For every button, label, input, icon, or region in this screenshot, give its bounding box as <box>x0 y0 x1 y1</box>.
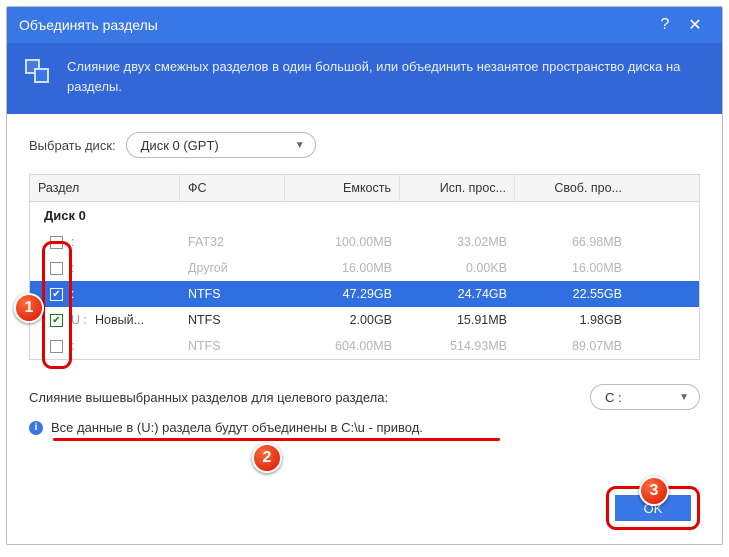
annotation-badge-2: 2 <box>252 443 282 473</box>
cell-fs: FAT32 <box>180 229 285 255</box>
target-row: Слияние вышевыбранных разделов для целев… <box>29 384 700 410</box>
info-text: Все данные в (U:) раздела будут объедине… <box>51 420 423 435</box>
cell-used: 514.93MB <box>400 333 515 359</box>
row-checkbox[interactable] <box>50 236 63 249</box>
cell-used: 33.02MB <box>400 229 515 255</box>
close-button[interactable]: ✕ <box>680 10 710 40</box>
row-checkbox[interactable] <box>50 340 63 353</box>
info-line: i Все данные в (U:) раздела будут объеди… <box>29 420 700 435</box>
cell-fs: NTFS <box>180 281 285 307</box>
cell-fs: NTFS <box>180 307 285 333</box>
cell-free: 16.00MB <box>515 255 630 281</box>
col-fs: ФС <box>180 175 285 201</box>
row-letter: : <box>71 235 81 249</box>
disk-select-value: Диск 0 (GPT) <box>141 138 219 153</box>
annotation-badge-1: 1 <box>14 293 44 323</box>
table-row[interactable]: :Другой16.00MB0.00KB16.00MB <box>30 255 699 281</box>
row-checkbox[interactable]: ✔ <box>50 314 63 327</box>
row-name: Новый... <box>95 313 144 327</box>
table-row[interactable]: ✔ U : Новый... NTFS2.00GB15.91MB1.98GB <box>30 307 699 333</box>
chevron-down-icon: ▼ <box>679 392 689 403</box>
cell-cap: 604.00MB <box>285 333 400 359</box>
cell-cap: 16.00MB <box>285 255 400 281</box>
col-partition: Раздел <box>30 175 180 201</box>
col-capacity: Емкость <box>285 175 400 201</box>
row-checkbox[interactable] <box>50 262 63 275</box>
content-area: Выбрать диск: Диск 0 (GPT) ▼ Раздел ФС Е… <box>7 114 722 544</box>
col-used: Исп. прос... <box>400 175 515 201</box>
cell-used: 15.91MB <box>400 307 515 333</box>
cell-cap: 100.00MB <box>285 229 400 255</box>
titlebar: Объединять разделы ? ✕ <box>7 7 722 43</box>
info-banner: Слияние двух смежных разделов в один бол… <box>7 43 722 114</box>
window-title: Объединять разделы <box>19 17 158 33</box>
chevron-down-icon: ▼ <box>295 140 305 151</box>
table-row[interactable]: ✔: NTFS47.29GB24.74GB22.55GB <box>30 281 699 307</box>
target-select[interactable]: C : ▼ <box>590 384 700 410</box>
cell-cap: 47.29GB <box>285 281 400 307</box>
target-select-value: C : <box>605 390 622 405</box>
row-letter: : <box>71 339 81 353</box>
row-letter: : <box>71 287 81 301</box>
select-disk-label: Выбрать диск: <box>29 138 116 153</box>
help-button[interactable]: ? <box>650 10 680 40</box>
annotation-underline <box>53 438 500 441</box>
disk-group-label: Диск 0 <box>30 202 699 229</box>
banner-text: Слияние двух смежных разделов в один бол… <box>67 57 704 96</box>
cell-free: 66.98MB <box>515 229 630 255</box>
cell-fs: NTFS <box>180 333 285 359</box>
disk-selector-row: Выбрать диск: Диск 0 (GPT) ▼ <box>29 132 700 158</box>
cell-free: 22.55GB <box>515 281 630 307</box>
cell-free: 89.07MB <box>515 333 630 359</box>
cell-used: 0.00KB <box>400 255 515 281</box>
table-header: Раздел ФС Емкость Исп. прос... Своб. про… <box>30 175 699 202</box>
row-checkbox[interactable]: ✔ <box>50 288 63 301</box>
cell-free: 1.98GB <box>515 307 630 333</box>
cell-used: 24.74GB <box>400 281 515 307</box>
dialog-footer: OK <box>29 466 700 530</box>
row-letter: U : <box>71 313 87 327</box>
cell-fs: Другой <box>180 255 285 281</box>
merge-target-label: Слияние вышевыбранных разделов для целев… <box>29 390 388 405</box>
table-row[interactable]: : NTFS604.00MB514.93MB89.07MB <box>30 333 699 359</box>
merge-partitions-dialog: Объединять разделы ? ✕ Слияние двух смеж… <box>6 6 723 545</box>
annotation-badge-3: 3 <box>639 476 669 506</box>
col-free: Своб. про... <box>515 175 630 201</box>
info-icon: i <box>29 421 43 435</box>
partitions-table: Раздел ФС Емкость Исп. прос... Своб. про… <box>29 174 700 360</box>
cell-cap: 2.00GB <box>285 307 400 333</box>
disk-select[interactable]: Диск 0 (GPT) ▼ <box>126 132 316 158</box>
table-row[interactable]: : FAT32100.00MB33.02MB66.98MB <box>30 229 699 255</box>
row-letter: : <box>71 261 81 275</box>
merge-icon <box>25 59 53 87</box>
